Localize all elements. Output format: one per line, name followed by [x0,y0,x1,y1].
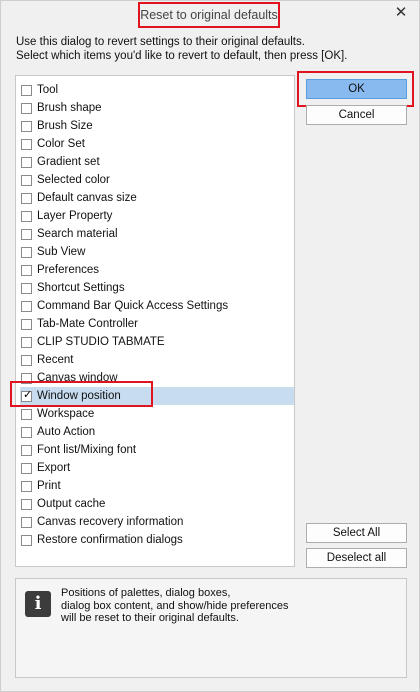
checklist-item[interactable]: Default canvas size [20,189,294,207]
checkbox[interactable] [21,480,32,492]
checklist-item-label: Output cache [37,498,106,510]
info-text: Positions of palettes, dialog boxes, dia… [61,587,289,625]
checklist-item[interactable]: Recent [20,351,294,369]
checklist-item[interactable]: Tab-Mate Controller [20,315,294,333]
checklist-item[interactable]: Preferences [20,261,294,279]
intro-line-1: Use this dialog to revert settings to th… [16,36,305,48]
checklist-item[interactable]: Sub View [20,243,294,261]
checkbox[interactable] [21,210,32,222]
checklist-item-label: Brush shape [37,102,102,114]
checkbox[interactable] [21,336,32,348]
checklist-item[interactable]: Workspace [20,405,294,423]
checklist-item-label: Color Set [37,138,85,150]
checkbox[interactable] [21,156,32,168]
checkbox[interactable] [21,246,32,258]
checklist-item-label: CLIP STUDIO TABMATE [37,336,165,348]
info-line-1: Positions of palettes, dialog boxes, [61,587,231,599]
checklist-item-label: Font list/Mixing font [37,444,137,456]
checklist-item-label: Restore confirmation dialogs [37,534,183,546]
checkbox[interactable] [21,462,32,474]
checkbox[interactable] [21,282,32,294]
cancel-button[interactable]: Cancel [306,105,407,125]
checklist-item[interactable]: Brush Size [20,117,294,135]
checklist-item[interactable]: Command Bar Quick Access Settings [20,297,294,315]
checklist-item[interactable]: Tool [20,81,294,99]
checklist-item-label: Gradient set [37,156,100,168]
checklist-item[interactable]: Gradient set [20,153,294,171]
check-icon: ✓ [23,388,33,401]
checkbox[interactable] [21,174,32,186]
checklist-item-label: Recent [37,354,74,366]
checklist-item-label: Window position [37,390,121,402]
intro-line-2: Select which items you'd like to revert … [16,50,348,62]
checklist-item[interactable]: Search material [20,225,294,243]
close-icon[interactable]: ✕ [393,5,409,21]
checkbox[interactable] [21,318,32,330]
select-all-button[interactable]: Select All [306,523,407,543]
checklist-item-label: Default canvas size [37,192,137,204]
checklist-item[interactable]: Color Set [20,135,294,153]
checklist-item-label: Tab-Mate Controller [37,318,138,330]
checkbox[interactable] [21,138,32,150]
checklist-item-label: Sub View [37,246,86,258]
checklist-item-label: Export [37,462,71,474]
checklist-item-label: Canvas recovery information [37,516,184,528]
checklist-item-label: Canvas window [37,372,118,384]
checkbox[interactable] [21,354,32,366]
checkbox[interactable] [21,102,32,114]
info-icon: i [25,591,51,617]
checklist-item-label: Tool [37,84,59,96]
checklist-item[interactable]: ✓ Window position [20,387,294,405]
checklist-item[interactable]: Layer Property [20,207,294,225]
checklist-item[interactable]: Print [20,477,294,495]
checkbox[interactable] [21,372,32,384]
checklist-item-label: Selected color [37,174,110,186]
checkbox[interactable] [21,264,32,276]
checkbox[interactable] [21,408,32,420]
ok-button[interactable]: OK [306,79,407,99]
info-line-3: will be reset to their original defaults… [61,612,239,624]
checklist-item-label: Layer Property [37,210,113,222]
checklist-item[interactable]: Selected color [20,171,294,189]
checkbox[interactable] [21,426,32,438]
checkbox[interactable] [21,300,32,312]
checkbox[interactable] [21,498,32,510]
title-bar: Reset to original defaults ✕ [1,1,419,29]
checklist-item-label: Workspace [37,408,95,420]
checklist-item[interactable]: Output cache [20,495,294,513]
checklist-item[interactable]: Font list/Mixing font [20,441,294,459]
checklist-item[interactable]: Canvas window [20,369,294,387]
checklist-item-label: Preferences [37,264,100,276]
checklist-item-label: Print [37,480,61,492]
checklist-item[interactable]: Canvas recovery information [20,513,294,531]
checkbox[interactable] [21,516,32,528]
checklist-item[interactable]: Shortcut Settings [20,279,294,297]
checkbox[interactable] [21,84,32,96]
checklist-item[interactable]: Brush shape [20,99,294,117]
checklist-item[interactable]: CLIP STUDIO TABMATE [20,333,294,351]
checkbox[interactable] [21,444,32,456]
checkbox[interactable]: ✓ [21,388,33,402]
checklist-item[interactable]: Auto Action [20,423,294,441]
checklist-item-label: Auto Action [37,426,96,438]
intro-text: Use this dialog to revert settings to th… [16,35,411,63]
checklist-item[interactable]: Restore confirmation dialogs [20,531,294,549]
checklist-item[interactable]: Export [20,459,294,477]
reset-dialog: Reset to original defaults ✕ Use this di… [0,0,420,692]
checkbox[interactable] [21,120,32,132]
checklist-item-label: Search material [37,228,118,240]
checkbox[interactable] [21,228,32,240]
settings-checklist[interactable]: Tool Brush shape Brush Size Color Set Gradie… [15,75,295,567]
checklist-item-label: Command Bar Quick Access Settings [37,300,229,312]
checklist-item-label: Brush Size [37,120,93,132]
checkbox[interactable] [21,534,32,546]
checklist-item-label: Shortcut Settings [37,282,125,294]
checkbox[interactable] [21,192,32,204]
deselect-all-button[interactable]: Deselect all [306,548,407,568]
info-line-2: dialog box content, and show/hide prefer… [61,599,289,612]
dialog-title: Reset to original defaults [138,2,280,28]
info-panel: i Positions of palettes, dialog boxes, d… [15,578,407,678]
